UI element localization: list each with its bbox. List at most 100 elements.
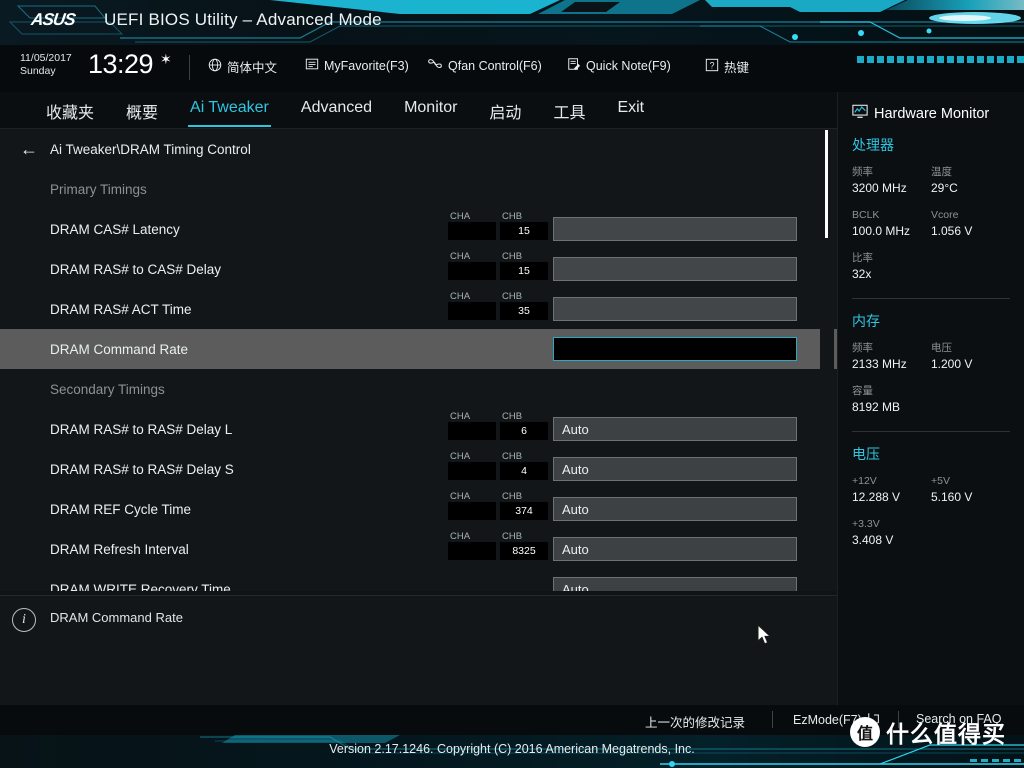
nav-tab-1[interactable]: 概要 bbox=[110, 92, 174, 129]
nav-tab-3[interactable]: Advanced bbox=[285, 92, 388, 129]
channel-a-label: CHA bbox=[450, 411, 471, 422]
settings-row[interactable]: DRAM Refresh Interval CHA CHB 8325 Auto bbox=[0, 529, 837, 569]
settings-row-value-field[interactable]: Auto bbox=[553, 457, 797, 481]
datetime-display: 11/05/2017 Sunday bbox=[20, 52, 72, 78]
nav-tab-0[interactable]: 收藏夹 bbox=[30, 92, 110, 129]
nav-tab-4[interactable]: Monitor bbox=[388, 92, 473, 129]
settings-row-value-field[interactable]: Auto bbox=[553, 497, 797, 521]
settings-row[interactable]: DRAM RAS# to CAS# Delay CHA CHB 15 bbox=[0, 249, 837, 289]
settings-row-value-field[interactable] bbox=[553, 297, 797, 321]
search-faq-button[interactable]: Search on FAQ bbox=[916, 712, 1001, 726]
hw-entry-key: +3.3V bbox=[852, 518, 880, 530]
hw-entry-row: 频率 3200 MHz 温度 29°C bbox=[852, 165, 1010, 208]
globe-icon bbox=[208, 58, 222, 75]
hw-section-divider bbox=[852, 431, 1010, 432]
nav-tab-6[interactable]: 工具 bbox=[537, 92, 601, 129]
settings-row-value-field[interactable] bbox=[553, 257, 797, 281]
toolbar-item-quicknote[interactable]: Quick Note(F9) bbox=[567, 57, 671, 74]
settings-group-header: Secondary Timings bbox=[0, 369, 837, 409]
channel-b-value: 8325 bbox=[500, 542, 548, 560]
channel-a-cell: CHA bbox=[448, 491, 496, 520]
hw-entry-key: 频率 bbox=[852, 342, 873, 354]
hw-entry-row: +12V 12.288 V +5V 5.160 V bbox=[852, 474, 1010, 517]
toolbar-item-qfan[interactable]: Qfan Control(F6) bbox=[427, 57, 542, 74]
channel-a-cell: CHA bbox=[448, 251, 496, 280]
hw-entry-key: BCLK bbox=[852, 209, 880, 221]
footer-bar: Version 2.17.1246. Copyright (C) 2016 Am… bbox=[0, 735, 1024, 768]
settings-row-value-field[interactable] bbox=[553, 337, 797, 361]
toolbar-divider bbox=[189, 55, 190, 80]
nav-tab-list: 收藏夹 概要 Ai Tweaker Advanced Monitor 启动 工具 Exit bbox=[30, 92, 660, 129]
fan-icon bbox=[427, 57, 443, 74]
hw-section-title: 内存 bbox=[852, 313, 880, 329]
toolbar-item-hotkeys[interactable]: ? 热键 bbox=[705, 57, 749, 76]
hw-entry-value: 3.408 V bbox=[852, 533, 894, 547]
toolbar-label-myfavorite: MyFavorite(F3) bbox=[324, 58, 409, 73]
nav-tab-label: 概要 bbox=[126, 105, 159, 122]
breadcrumb-text: Ai Tweaker\DRAM Timing Control bbox=[50, 141, 251, 157]
settings-group-label: Secondary Timings bbox=[50, 381, 165, 397]
bios-screen: ASUS UEFI BIOS Utility – Advanced Mode 1… bbox=[0, 0, 1024, 768]
settings-row-label: DRAM WRITE Recovery Time bbox=[50, 581, 231, 592]
settings-row[interactable]: DRAM RAS# ACT Time CHA CHB 35 bbox=[0, 289, 837, 329]
hw-entry-value: 12.288 V bbox=[852, 490, 901, 504]
hw-entry: 频率 3200 MHz bbox=[852, 165, 931, 196]
hw-entry: 比率 32x bbox=[852, 251, 931, 282]
settings-row-label: DRAM CAS# Latency bbox=[50, 221, 180, 237]
channel-a-label: CHA bbox=[450, 251, 471, 262]
settings-row[interactable]: DRAM Command Rate bbox=[0, 329, 837, 369]
hw-section-divider bbox=[852, 298, 1010, 299]
channel-b-cell: CHB 374 bbox=[500, 491, 548, 520]
date-text: 11/05/2017 bbox=[20, 52, 72, 64]
settings-row[interactable]: DRAM WRITE Recovery Time Auto bbox=[0, 569, 837, 591]
breadcrumb: ← Ai Tweaker\DRAM Timing Control bbox=[0, 129, 837, 169]
channel-b-cell: CHB 35 bbox=[500, 291, 548, 320]
settings-row[interactable]: DRAM RAS# to RAS# Delay S CHA CHB 4 Auto bbox=[0, 449, 837, 489]
nav-tab-2[interactable]: Ai Tweaker bbox=[174, 92, 285, 129]
hw-entry-key: Vcore bbox=[931, 209, 959, 221]
settings-row-label: DRAM RAS# to RAS# Delay S bbox=[50, 461, 234, 477]
settings-row[interactable]: DRAM RAS# to RAS# Delay L CHA CHB 6 Auto bbox=[0, 409, 837, 449]
settings-row-value-field[interactable]: Auto bbox=[553, 577, 797, 591]
channel-b-label: CHB bbox=[502, 491, 523, 502]
weekday-text: Sunday bbox=[20, 65, 56, 77]
nav-tab-label: 工具 bbox=[553, 105, 586, 122]
back-arrow-icon[interactable]: ← bbox=[20, 140, 38, 158]
settings-row[interactable]: DRAM REF Cycle Time CHA CHB 374 Auto bbox=[0, 489, 837, 529]
bottom-bar: 上一次的修改记录 EzMode(F7) Search on FAQ bbox=[0, 705, 1024, 735]
app-header: ASUS UEFI BIOS Utility – Advanced Mode bbox=[0, 0, 1024, 45]
hw-entry-value: 1.200 V bbox=[931, 357, 973, 371]
last-modified-button[interactable]: 上一次的修改记录 bbox=[645, 712, 745, 731]
settings-row-value-field[interactable] bbox=[553, 217, 797, 241]
hw-entry-key: 频率 bbox=[852, 166, 873, 178]
hardware-monitor-title: Hardware Monitor bbox=[852, 104, 1010, 123]
settings-row-label: DRAM REF Cycle Time bbox=[50, 501, 192, 517]
hardware-monitor-title-text: Hardware Monitor bbox=[874, 105, 990, 122]
channel-b-value: 6 bbox=[500, 422, 548, 440]
main-panel: ← Ai Tweaker\DRAM Timing Control Primary… bbox=[0, 129, 837, 591]
nav-tab-label: Advanced bbox=[300, 99, 373, 116]
last-modified-label: 上一次的修改记录 bbox=[645, 716, 746, 730]
settings-row-value-field[interactable]: Auto bbox=[553, 417, 797, 441]
settings-row-label: DRAM Refresh Interval bbox=[50, 541, 189, 557]
nav-tab-7[interactable]: Exit bbox=[601, 92, 660, 129]
hw-entry-key: 比率 bbox=[852, 252, 873, 264]
channel-a-cell: CHA bbox=[448, 531, 496, 560]
toolbar-label-quicknote: Quick Note(F9) bbox=[586, 58, 671, 73]
nav-tab-label: 收藏夹 bbox=[46, 105, 95, 122]
hw-entry-value: 8192 MB bbox=[852, 400, 901, 414]
channel-b-value: 15 bbox=[500, 222, 548, 240]
nav-tab-5[interactable]: 启动 bbox=[473, 92, 537, 129]
ezmode-button[interactable]: EzMode(F7) bbox=[793, 712, 881, 728]
channel-a-value bbox=[448, 422, 496, 440]
hw-entry: +3.3V 3.408 V bbox=[852, 517, 931, 548]
gear-icon[interactable]: ✶ bbox=[160, 51, 172, 68]
toolbar-item-language[interactable]: 简体中文 bbox=[208, 57, 277, 76]
channel-b-label: CHB bbox=[502, 411, 523, 422]
toolbar-item-myfavorite[interactable]: MyFavorite(F3) bbox=[305, 57, 409, 74]
settings-row[interactable]: DRAM CAS# Latency CHA CHB 15 bbox=[0, 209, 837, 249]
scrollbar-thumb[interactable] bbox=[825, 130, 828, 238]
channel-b-value: 15 bbox=[500, 262, 548, 280]
settings-row-value-field[interactable]: Auto bbox=[553, 537, 797, 561]
channel-a-value bbox=[448, 462, 496, 480]
